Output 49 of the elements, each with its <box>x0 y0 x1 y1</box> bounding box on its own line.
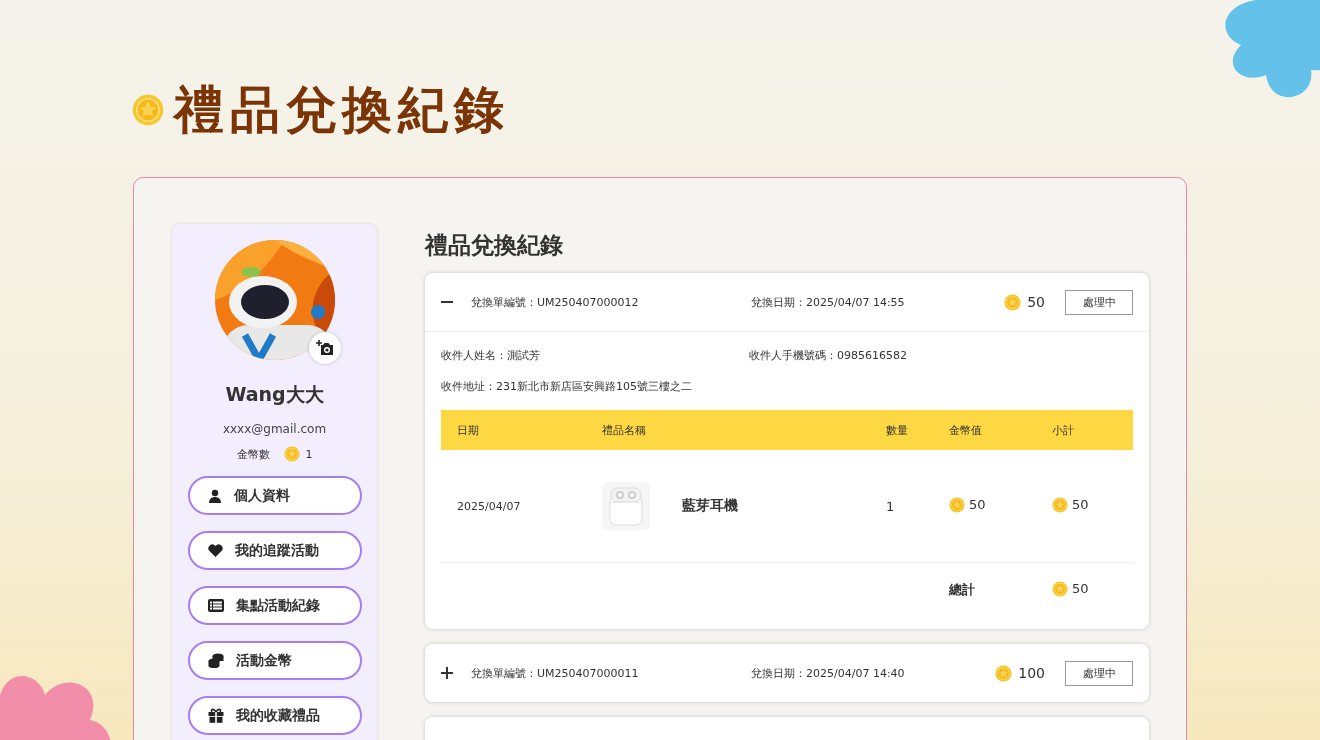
coin-icon <box>132 94 164 126</box>
coin-value: 50 <box>1072 581 1089 596</box>
page-title: 禮品兌換紀錄 <box>174 79 510 141</box>
coin-icon <box>283 446 300 462</box>
column-header: 日期 <box>441 410 586 450</box>
order-number: 兌換單編號：UM250407000011 <box>471 666 639 680</box>
camera-button[interactable] <box>308 332 341 364</box>
list-icon <box>207 599 224 612</box>
recipient-address: 收件地址：231新北市新店區安興路105號三樓之二 <box>441 380 692 393</box>
person-icon <box>207 488 222 503</box>
menu-button[interactable]: 個人資料 <box>187 476 362 515</box>
section-title: 禮品兌換紀錄 <box>425 232 563 258</box>
column-header: 小計 <box>1036 410 1133 450</box>
coin-value: 50 <box>969 497 986 512</box>
item-date: 2025/04/07 <box>457 499 521 513</box>
menu-button[interactable]: 我的收藏禮品 <box>187 696 362 735</box>
column-header: 禮品名稱 <box>586 410 870 450</box>
coin-label: 金幣數 <box>236 446 270 462</box>
plus-icon <box>441 667 453 679</box>
menu-button[interactable]: 集點活動紀錄 <box>187 586 362 625</box>
user-name: Wang大大 <box>225 383 324 405</box>
order-coins: 100 <box>1018 665 1045 681</box>
coin-count: 1 <box>305 447 313 461</box>
menu-button[interactable]: 活動金幣 <box>187 641 362 680</box>
status-button[interactable]: 處理中 <box>1065 660 1133 686</box>
order-date: 兌換日期：2025/04/07 14:55 <box>751 295 905 309</box>
menu-button[interactable]: 我的追蹤活動 <box>187 531 362 570</box>
coin-icon <box>1004 293 1022 311</box>
item-name: 藍芽耳機 <box>682 497 738 515</box>
user-email: xxxx@gmail.com <box>222 422 327 436</box>
coin-value: 50 <box>1072 497 1089 512</box>
add-photo-icon <box>315 340 334 356</box>
order-number: 兌換單編號：UM250407000012 <box>471 295 639 309</box>
recipient-name: 收件人姓名：測試芳 <box>441 349 540 362</box>
column-header: 金幣值 <box>933 410 1036 450</box>
recipient-phone: 收件人手機號碼：0985616582 <box>749 348 907 363</box>
heart-icon <box>207 544 223 557</box>
item-quantity: 1 <box>886 498 895 514</box>
coin-icon <box>1052 580 1068 597</box>
column-header: 數量 <box>870 410 933 450</box>
coin-icon <box>949 496 965 513</box>
coin-icon <box>995 664 1013 682</box>
total-label: 總計 <box>949 582 975 597</box>
order-coins: 50 <box>1027 294 1045 310</box>
gift-icon <box>207 708 224 723</box>
status-button[interactable]: 處理中 <box>1065 289 1133 315</box>
minus-icon <box>441 301 453 303</box>
order-date: 兌換日期：2025/04/07 14:40 <box>751 666 905 680</box>
coin-icon <box>1052 496 1068 513</box>
